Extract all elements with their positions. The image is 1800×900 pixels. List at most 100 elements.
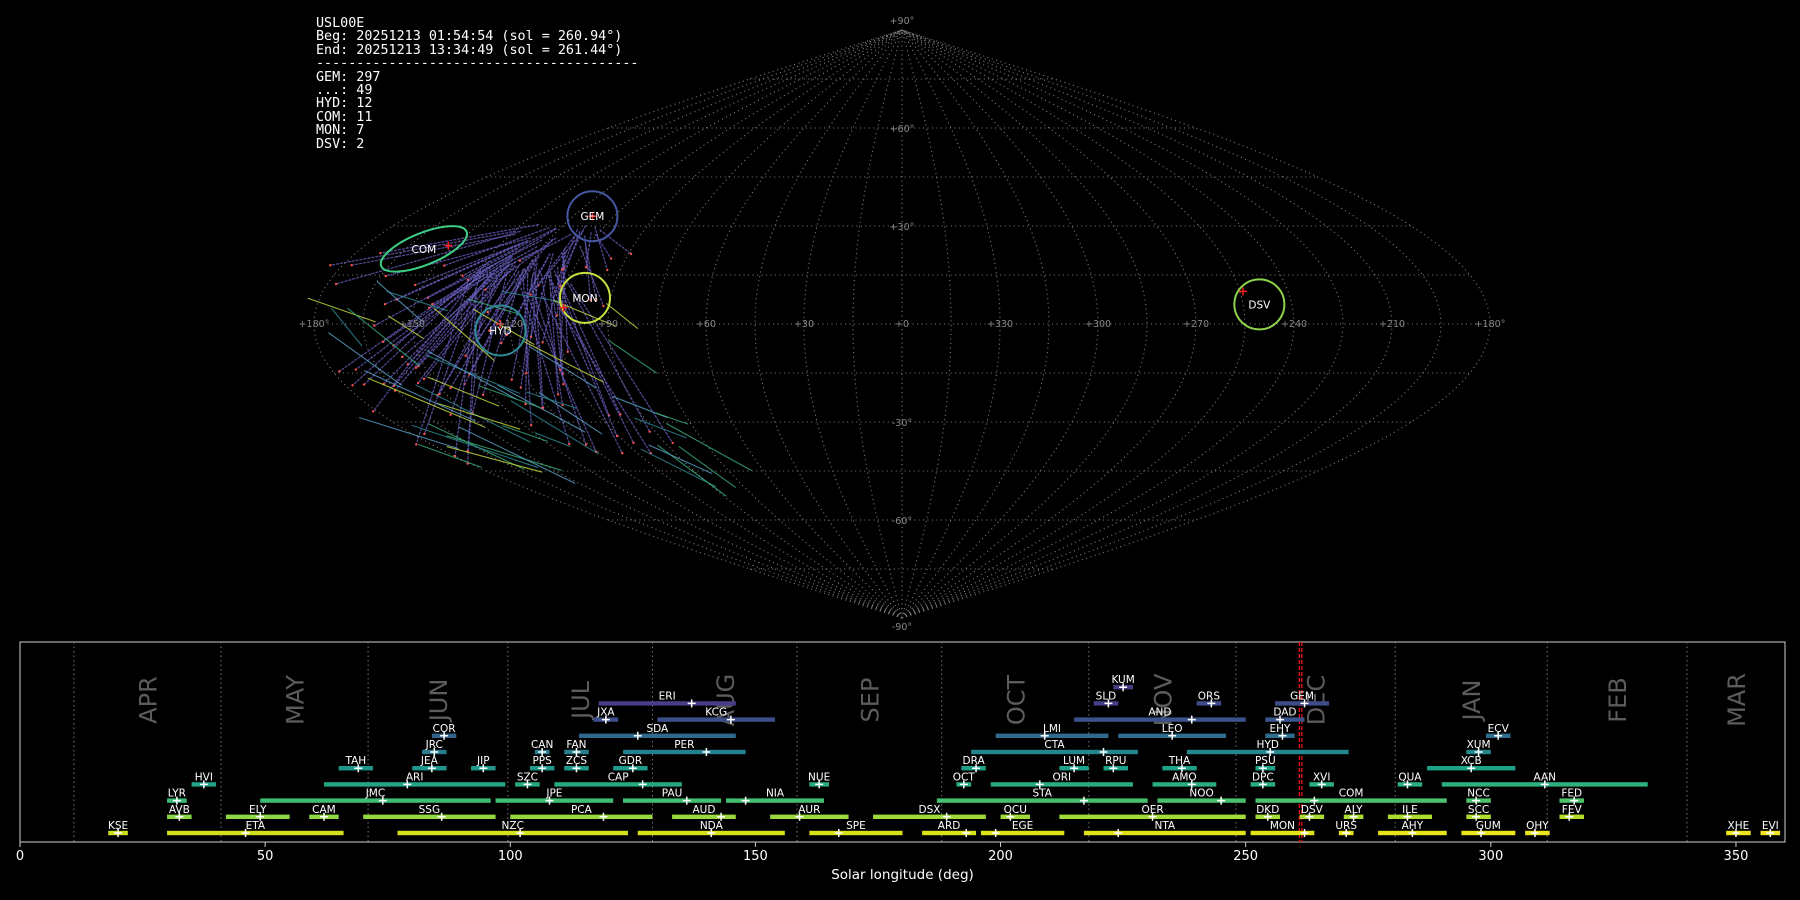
shower-label: NCC <box>1467 788 1490 800</box>
meteor-end-point <box>584 266 588 269</box>
shower-label: JRC <box>425 739 443 751</box>
month-label: JAN <box>1458 679 1486 722</box>
shower-label: ELY <box>249 804 267 816</box>
shower-label: EGE <box>1012 820 1033 832</box>
longitude-tick-label: +180° <box>299 319 330 330</box>
meteor-end-point <box>373 324 376 327</box>
shower-label: CAN <box>531 739 553 751</box>
meteor-end-point <box>671 441 674 445</box>
meteor-end-point <box>464 354 467 357</box>
shower-label: JXA <box>596 707 615 719</box>
meteor-end-point <box>414 283 417 287</box>
meteor-end-point <box>350 263 353 267</box>
shower-label: AVB <box>169 804 190 816</box>
shower-label: ILE <box>1402 804 1418 816</box>
shower-label: DSV <box>1301 804 1324 816</box>
meteor-end-point <box>519 386 523 389</box>
meteor-end-point <box>648 430 651 433</box>
shower-label: NIA <box>766 788 785 800</box>
shower-label: PPS <box>532 755 552 767</box>
shower-label: ECV <box>1488 723 1510 735</box>
meteor-end-point <box>354 368 357 371</box>
meteor-trail <box>335 230 521 285</box>
shower-label: PCA <box>571 804 593 816</box>
meteor-end-point <box>338 370 341 373</box>
shower-label: LYR <box>168 788 186 800</box>
shower-label: KCG <box>705 707 727 719</box>
shower-label: SSG <box>419 804 440 816</box>
meteor-trail <box>427 376 500 407</box>
timeline-frame <box>19 641 1786 843</box>
meteor-end-point <box>560 268 564 271</box>
shower-label: SZC <box>517 771 538 783</box>
meteor-trail <box>436 402 521 430</box>
longitude-tick-label: +300 <box>1085 319 1111 330</box>
shower-label: PSU <box>1255 755 1276 767</box>
shower-label: OCU <box>1004 804 1027 816</box>
meteor-trail <box>608 340 658 374</box>
x-tick-label: 100 <box>498 849 523 864</box>
meteor-end-point <box>427 306 431 309</box>
shower-label: NDA <box>700 820 724 832</box>
longitude-tick-label: +270 <box>1183 319 1209 330</box>
shower-label: AUR <box>798 804 820 816</box>
meteor-end-point <box>423 432 426 436</box>
meteor-end-point <box>568 442 571 446</box>
shower-label: EVI <box>1762 820 1779 832</box>
meteor-end-point <box>558 284 562 288</box>
shower-timeline: APR MAY JUN JUL AUG SEP OCT NOV DEC JAN FEB MARKUME… <box>16 641 1786 883</box>
x-axis-title: Solar longitude (deg) <box>831 867 974 883</box>
shower-label: JMC <box>365 788 386 800</box>
month-label: MAY <box>282 675 310 725</box>
latitude-tick-label: -60° <box>892 516 912 527</box>
meteor-end-point <box>416 381 420 385</box>
x-tick-label: 0 <box>16 849 24 864</box>
meteor-end-point <box>443 264 446 267</box>
meteor-end-point <box>379 251 382 255</box>
shower-label: JPE <box>545 788 562 800</box>
meteor-trails <box>307 224 752 497</box>
meteor-end-point <box>562 383 565 386</box>
meteor-end-point <box>415 443 418 446</box>
x-tick-label: 350 <box>1724 849 1749 864</box>
meteor-end-point <box>529 424 533 427</box>
shower-label: DAD <box>1273 707 1296 719</box>
meteor-end-point <box>384 274 387 278</box>
longitude-tick-label: +60 <box>696 319 716 330</box>
shower-label: HYD <box>1257 739 1279 751</box>
meteor-end-point <box>461 274 464 277</box>
meteor-trail <box>599 229 632 255</box>
meteor-end-point <box>400 355 404 359</box>
shower-label: TAH <box>344 755 366 767</box>
shower-label: CTA <box>1044 739 1065 751</box>
meteor-end-point <box>486 310 489 314</box>
meteor-trail <box>376 281 423 322</box>
meteor-end-point <box>431 302 434 306</box>
shower-label: THA <box>1168 755 1191 767</box>
x-tick-label: 200 <box>988 849 1013 864</box>
observation-info: USL00E Beg: 20251213 01:54:54 (sol = 260… <box>316 17 638 151</box>
meteor-end-point <box>438 392 441 396</box>
meridian-line <box>656 29 903 619</box>
meteor-end-point <box>602 304 605 308</box>
meteor-end-point <box>621 451 624 455</box>
shower-label: JIP <box>476 755 490 767</box>
shower-label: OER <box>1141 804 1163 816</box>
shower-label: HVI <box>195 771 213 783</box>
shower-label: XHE <box>1728 820 1750 832</box>
meteor-end-point <box>615 434 619 438</box>
meridian-line <box>901 29 1344 619</box>
meteor-trail <box>594 226 608 271</box>
meteor-trail <box>331 307 363 347</box>
shower-label: OCT <box>953 771 976 783</box>
shower-label: FEV <box>1562 804 1583 816</box>
meteor-trail <box>534 432 571 447</box>
shower-label: LUM <box>1063 755 1085 767</box>
latitude-tick-label: +30° <box>890 222 915 233</box>
meteor-end-point <box>371 410 375 413</box>
month-label: APR <box>134 676 162 724</box>
shower-label: LMI <box>1043 723 1061 735</box>
shower-label: AND <box>1148 707 1171 719</box>
meteor-end-point <box>484 288 487 291</box>
shower-label: AHY <box>1402 820 1424 832</box>
